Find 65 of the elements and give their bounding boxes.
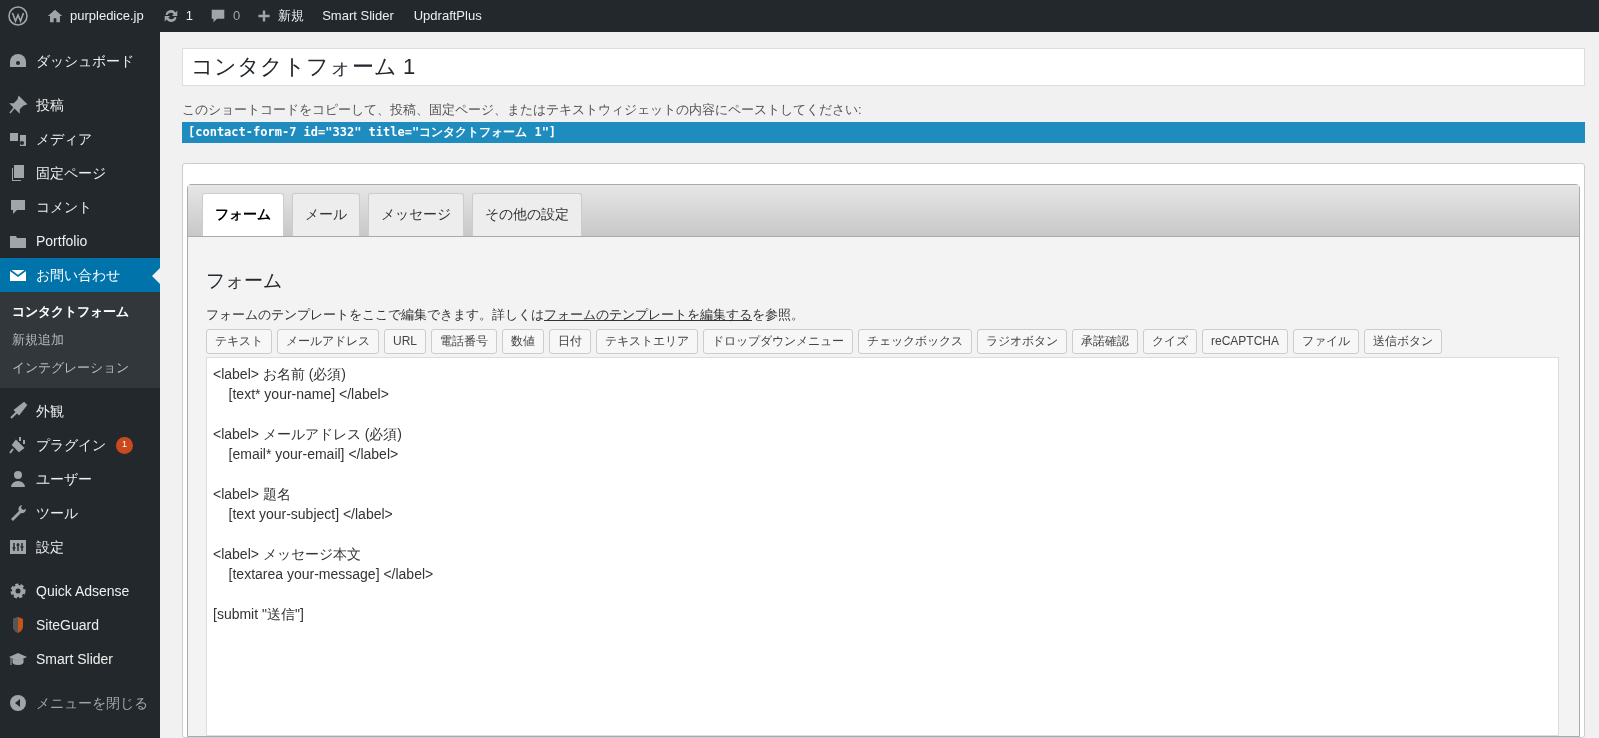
tag-generator-button[interactable]: 数値 [502, 328, 544, 354]
wordpress-logo-icon [8, 6, 28, 26]
plus-icon [256, 8, 273, 24]
sidebar-item[interactable]: ユーザー [0, 462, 160, 496]
tag-generator-button[interactable]: チェックボックス [858, 328, 972, 354]
tag-generator-button[interactable]: ラジオボタン [977, 328, 1067, 354]
user-icon [8, 469, 28, 489]
sidebar-item[interactable]: Smart Slider [0, 642, 160, 676]
admin-bar-link[interactable]: Smart Slider [312, 6, 404, 26]
current-menu-pointer-icon [152, 268, 160, 284]
home-icon [46, 7, 64, 25]
sidebar-item[interactable]: ツール [0, 496, 160, 530]
submenu-item[interactable]: 新規追加 [0, 326, 160, 354]
tag-generator-button[interactable]: テキスト [206, 328, 272, 354]
sidebar-item[interactable]: お問い合わせ [0, 258, 160, 292]
tag-generator-button[interactable]: 日付 [549, 328, 591, 354]
tag-generator-button[interactable]: テキストエリア [596, 328, 698, 354]
sidebar-item[interactable]: SiteGuard [0, 608, 160, 642]
sidebar-item[interactable]: プラグイン 1 [0, 428, 160, 462]
pin-icon [8, 95, 28, 115]
template-editor-field[interactable]: <label> お名前 (必須) [text* your-name] </label> <label> メールアドレス (必須) [email* your-email] </label> <label> 題名 [text your-subject] </label> <label> メッセージ本文 [textarea your-message] </label> [submit "送信"] [206, 356, 1559, 736]
description-text: を参照。 [752, 307, 804, 322]
collapse-menu-button[interactable]: メニューを閉じる [0, 686, 160, 720]
gear-icon [8, 581, 28, 601]
tag-generator-button[interactable]: 電話番号 [431, 328, 497, 354]
tab[interactable]: フォーム [202, 192, 284, 236]
sidebar-item[interactable]: コメント [0, 190, 160, 224]
submenu-item[interactable]: コンタクトフォーム [0, 298, 160, 326]
tag-generator-button[interactable]: reCAPTCHA [1202, 328, 1289, 354]
updates-link[interactable]: 1 [153, 6, 201, 26]
plug-icon [8, 435, 28, 455]
tag-generator-button[interactable]: クイズ [1143, 328, 1197, 354]
update-count-badge: 1 [116, 436, 133, 454]
shortcode-text: [contact-form-7 id="332" title="コンタクトフォーム 1"] [182, 121, 1585, 143]
template-help-link[interactable]: フォームのテンプレートを編集する [544, 307, 752, 322]
sidebar-item[interactable]: ダッシュボード [0, 44, 160, 78]
paintbrush-icon [8, 401, 28, 421]
section-heading: フォーム [206, 268, 283, 293]
admin-bar-link[interactable]: UpdraftPlus [403, 6, 492, 26]
title-field[interactable]: コンタクトフォーム 1 [182, 48, 1585, 86]
left-arrow-circle-icon [8, 693, 28, 713]
site-link[interactable]: purpledice.jp [36, 6, 154, 26]
shortcode-hint: このショートコードをコピーして、投稿、固定ページ、またはテキストウィジェットの内容にペーストしてください: [182, 101, 863, 119]
sidebar-item[interactable]: 外観 [0, 394, 160, 428]
sidebar-item[interactable]: 投稿 [0, 88, 160, 122]
sidebar-item[interactable]: 固定ページ [0, 156, 160, 190]
submenu-item[interactable]: インテグレーション [0, 354, 160, 382]
sidebar-item[interactable]: Quick Adsense [0, 574, 160, 608]
tag-generator-button[interactable]: 承諾確認 [1072, 328, 1138, 354]
sidebar-item[interactable]: メディア [0, 122, 160, 156]
tag-generator-button[interactable]: メールアドレス [277, 328, 379, 354]
tab[interactable]: メッセージ [368, 192, 464, 236]
comment-icon [8, 197, 28, 217]
sidebar-item[interactable]: Portfolio [0, 224, 160, 258]
tag-generator-button[interactable]: 送信ボタン [1364, 328, 1443, 354]
tag-generator-button[interactable]: URL [384, 328, 426, 354]
comments-link[interactable]: 0 [200, 6, 249, 26]
tab[interactable]: その他の設定 [472, 192, 582, 236]
tab[interactable]: メール [292, 192, 360, 236]
description-text: フォームのテンプレートをここで編集できます。詳しくは [206, 307, 544, 322]
sliders-icon [8, 537, 28, 557]
new-link[interactable]: 新規 [248, 6, 313, 26]
sidebar-item[interactable]: 設定 [0, 530, 160, 564]
tag-generator-button[interactable]: ドロップダウンメニュー [703, 328, 853, 354]
tag-generator-button[interactable]: ファイル [1293, 328, 1360, 354]
